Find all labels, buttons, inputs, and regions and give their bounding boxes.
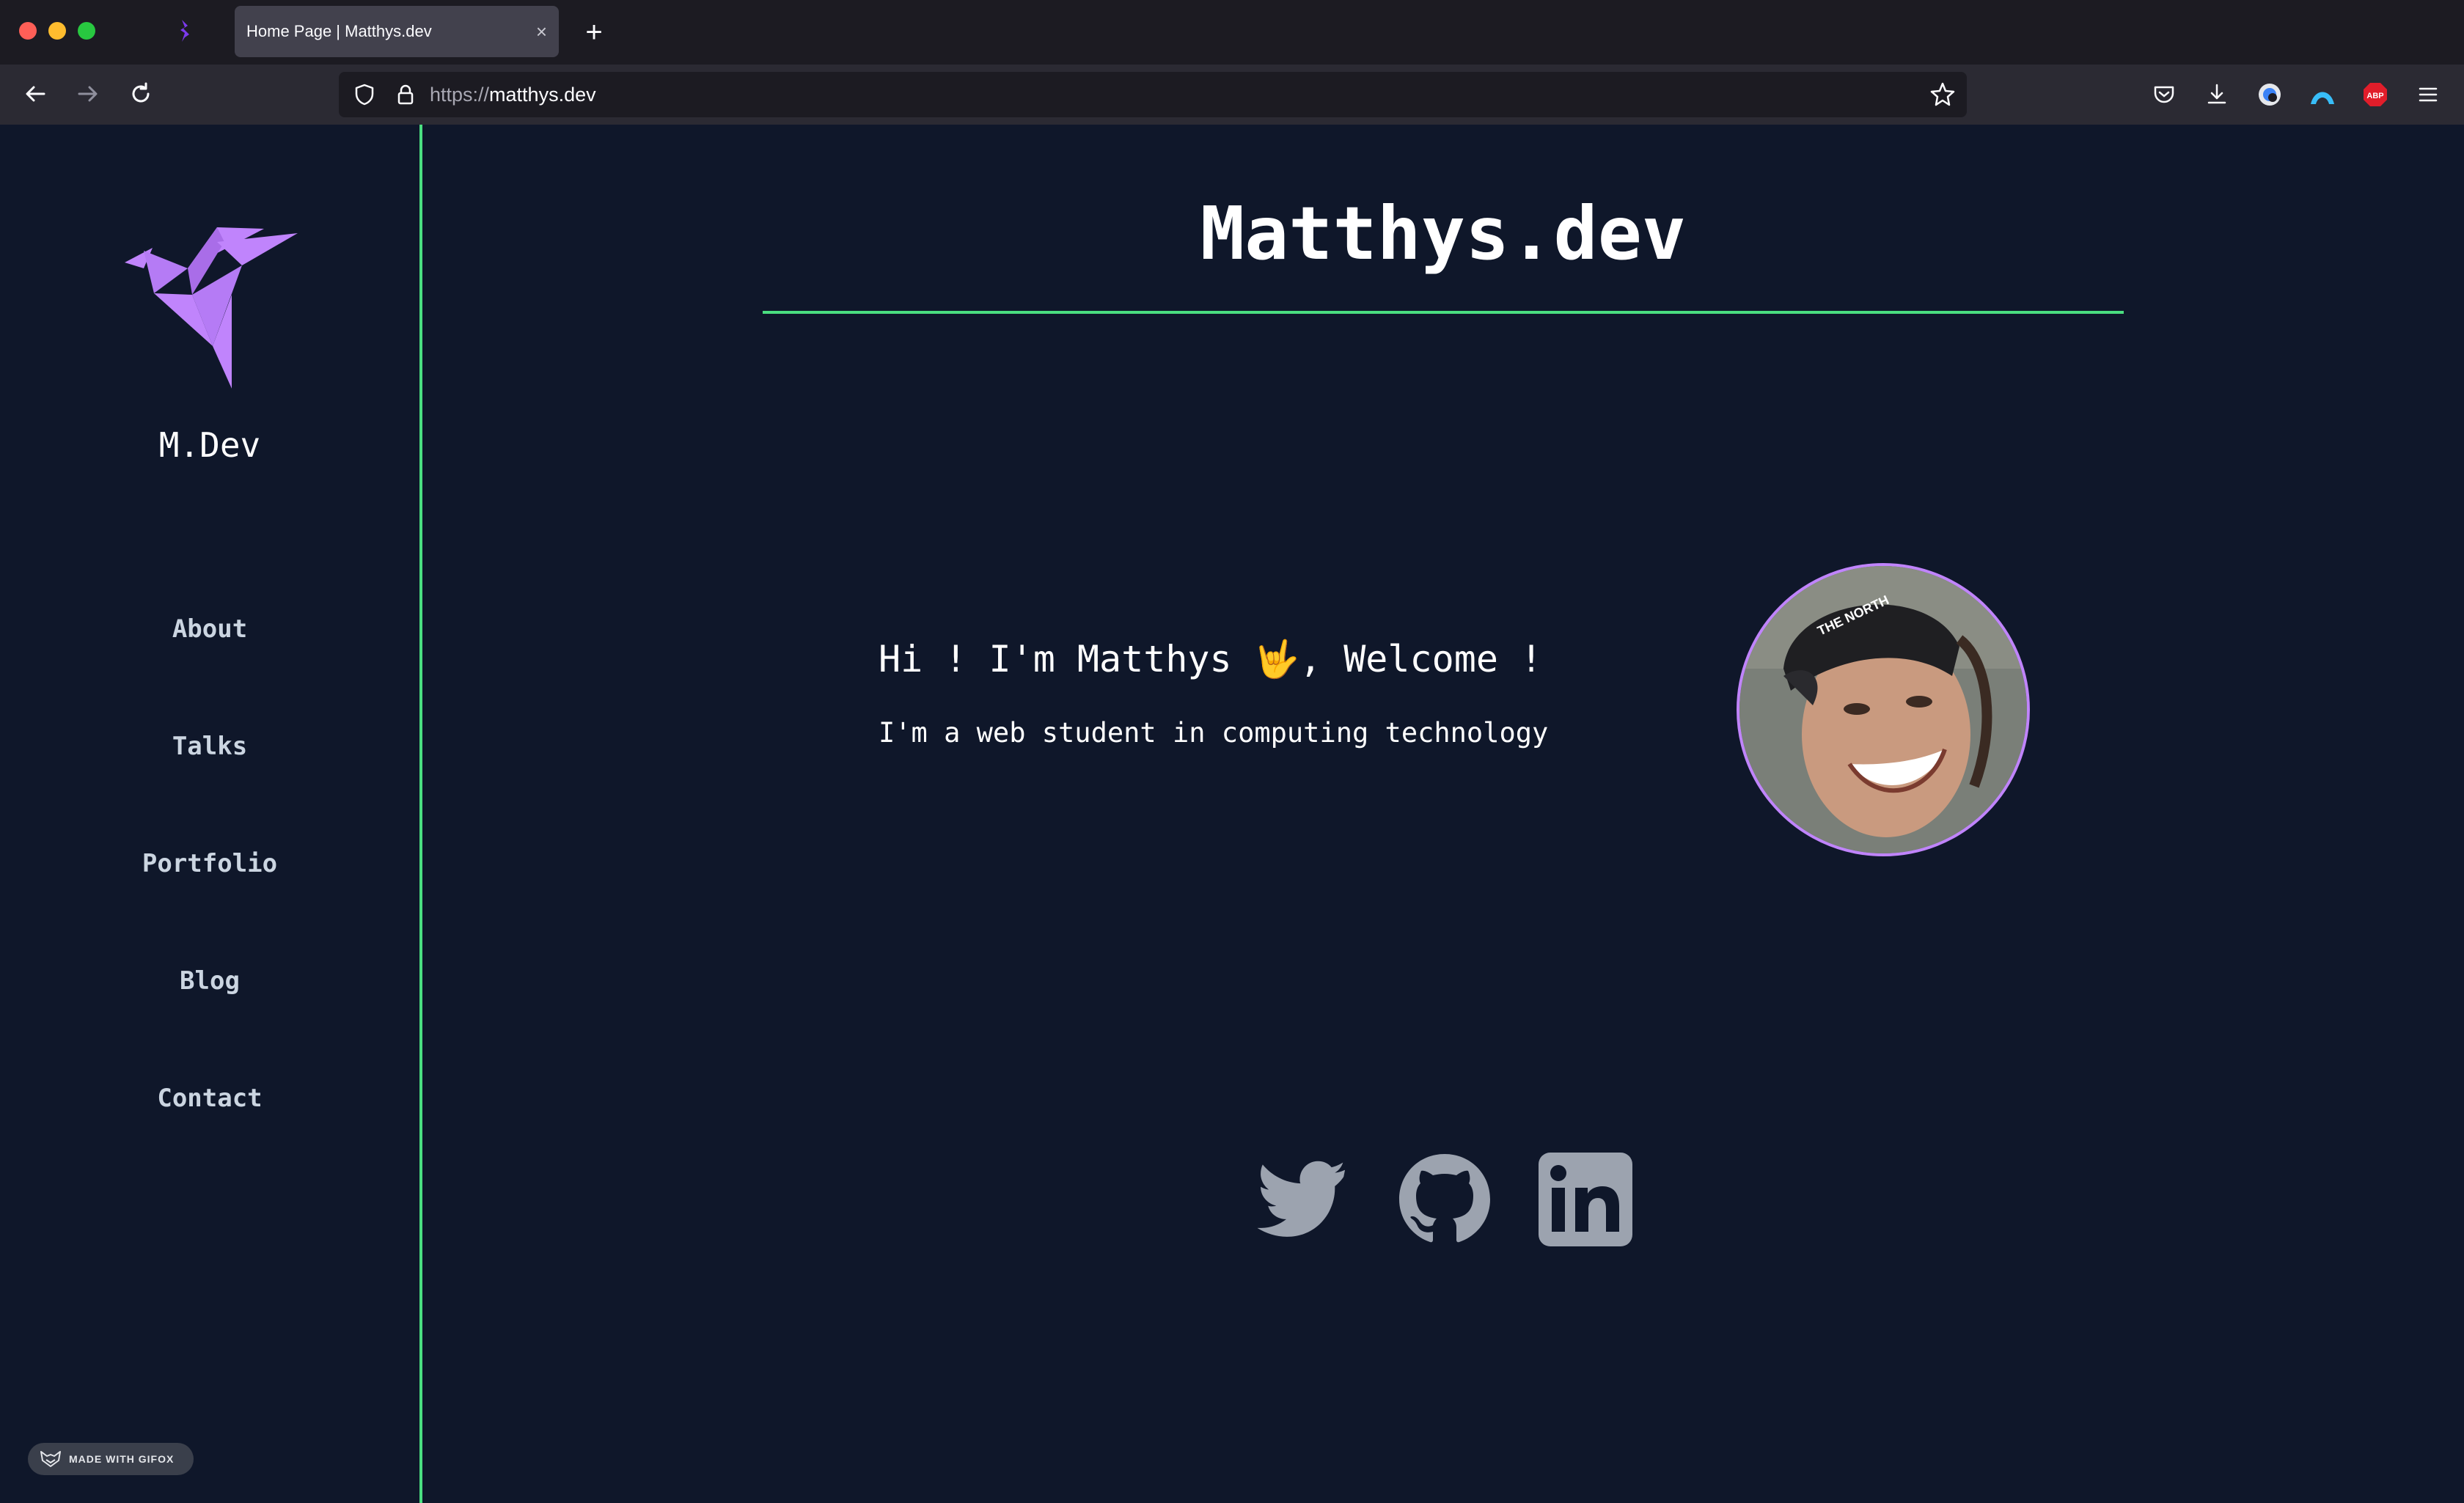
sidebar-item-blog[interactable]: Blog bbox=[0, 922, 419, 1040]
back-button[interactable] bbox=[18, 76, 53, 111]
browser-chrome: Home Page | Matthys.dev × + https://matt… bbox=[0, 0, 2464, 125]
page-title: Matthys.dev bbox=[1200, 191, 1687, 276]
tab-bar: Home Page | Matthys.dev × + bbox=[0, 0, 2464, 65]
svg-text:ABP: ABP bbox=[2366, 92, 2383, 100]
tab-home-page[interactable]: Home Page | Matthys.dev × bbox=[235, 6, 559, 57]
sidebar-item-talks[interactable]: Talks bbox=[0, 688, 419, 805]
url-protocol: https:// bbox=[430, 84, 490, 106]
adblock-icon: ABP bbox=[2364, 83, 2387, 106]
avatar: THE NORTH bbox=[1737, 563, 2030, 856]
url-text[interactable]: https://matthys.dev bbox=[430, 72, 596, 117]
url-host: matthys.dev bbox=[489, 84, 596, 106]
gifox-badge-label: MADE WITH GIFOX bbox=[69, 1453, 175, 1465]
url-bar[interactable]: https://matthys.dev bbox=[339, 72, 1967, 117]
title-divider bbox=[763, 311, 2124, 314]
lock-icon[interactable] bbox=[393, 82, 418, 107]
star-icon[interactable] bbox=[1929, 81, 1957, 109]
reload-button[interactable] bbox=[123, 76, 158, 111]
extension-button[interactable] bbox=[2254, 79, 2285, 110]
pinned-tab-icon[interactable] bbox=[175, 18, 195, 44]
page: M.Dev About Talks Portfolio Blog Contact… bbox=[0, 125, 2464, 1503]
vpn-button[interactable] bbox=[2307, 79, 2338, 110]
sidebar: M.Dev About Talks Portfolio Blog Contact… bbox=[0, 125, 422, 1503]
maximize-window-button[interactable] bbox=[78, 22, 95, 40]
greeting-subtitle: I'm a web student in computing technolog… bbox=[879, 717, 1549, 749]
arrow-left-icon bbox=[26, 86, 45, 102]
arrow-right-icon bbox=[78, 86, 98, 102]
fox-icon bbox=[40, 1451, 61, 1467]
minimize-window-button[interactable] bbox=[48, 22, 66, 40]
twitter-icon[interactable] bbox=[1254, 1151, 1351, 1248]
sidebar-item-portfolio[interactable]: Portfolio bbox=[0, 805, 419, 922]
brand-name[interactable]: M.Dev bbox=[0, 425, 419, 465]
forward-button[interactable] bbox=[70, 76, 106, 111]
pinned-tab-favicon-icon bbox=[180, 20, 189, 42]
shield-icon[interactable] bbox=[352, 82, 377, 107]
sidebar-item-contact[interactable]: Contact bbox=[0, 1040, 419, 1157]
profile-photo: THE NORTH bbox=[1739, 566, 2027, 853]
gifox-badge: MADE WITH GIFOX bbox=[28, 1443, 194, 1475]
greeting-heading: Hi ! I'm Matthys 🤟, Welcome ! bbox=[879, 638, 1543, 680]
sidebar-nav: About Talks Portfolio Blog Contact bbox=[0, 570, 419, 1157]
linkedin-icon[interactable] bbox=[1537, 1151, 1634, 1248]
menu-icon bbox=[2419, 87, 2438, 102]
social-links bbox=[1254, 1151, 1635, 1254]
adblock-button[interactable]: ABP bbox=[2360, 79, 2391, 110]
navigation-toolbar: https://matthys.dev ABP bbox=[0, 65, 2464, 125]
origami-bird-logo[interactable] bbox=[125, 227, 298, 389]
pocket-button[interactable] bbox=[2149, 79, 2179, 110]
tab-close-icon[interactable]: × bbox=[536, 6, 547, 57]
pocket-icon bbox=[2154, 86, 2174, 103]
download-icon bbox=[2207, 84, 2226, 104]
main-content: Matthys.dev Hi ! I'm Matthys 🤟, Welcome … bbox=[422, 125, 2464, 1503]
extension-icon bbox=[2259, 84, 2281, 106]
app-menu-button[interactable] bbox=[2413, 79, 2443, 110]
close-window-button[interactable] bbox=[19, 22, 37, 40]
new-tab-button[interactable]: + bbox=[579, 10, 609, 54]
vpn-icon bbox=[2311, 92, 2334, 104]
sidebar-item-about[interactable]: About bbox=[0, 570, 419, 688]
reload-icon bbox=[132, 82, 150, 103]
github-icon[interactable] bbox=[1396, 1151, 1493, 1248]
tab-title: Home Page | Matthys.dev bbox=[246, 22, 432, 40]
downloads-button[interactable] bbox=[2201, 79, 2232, 110]
